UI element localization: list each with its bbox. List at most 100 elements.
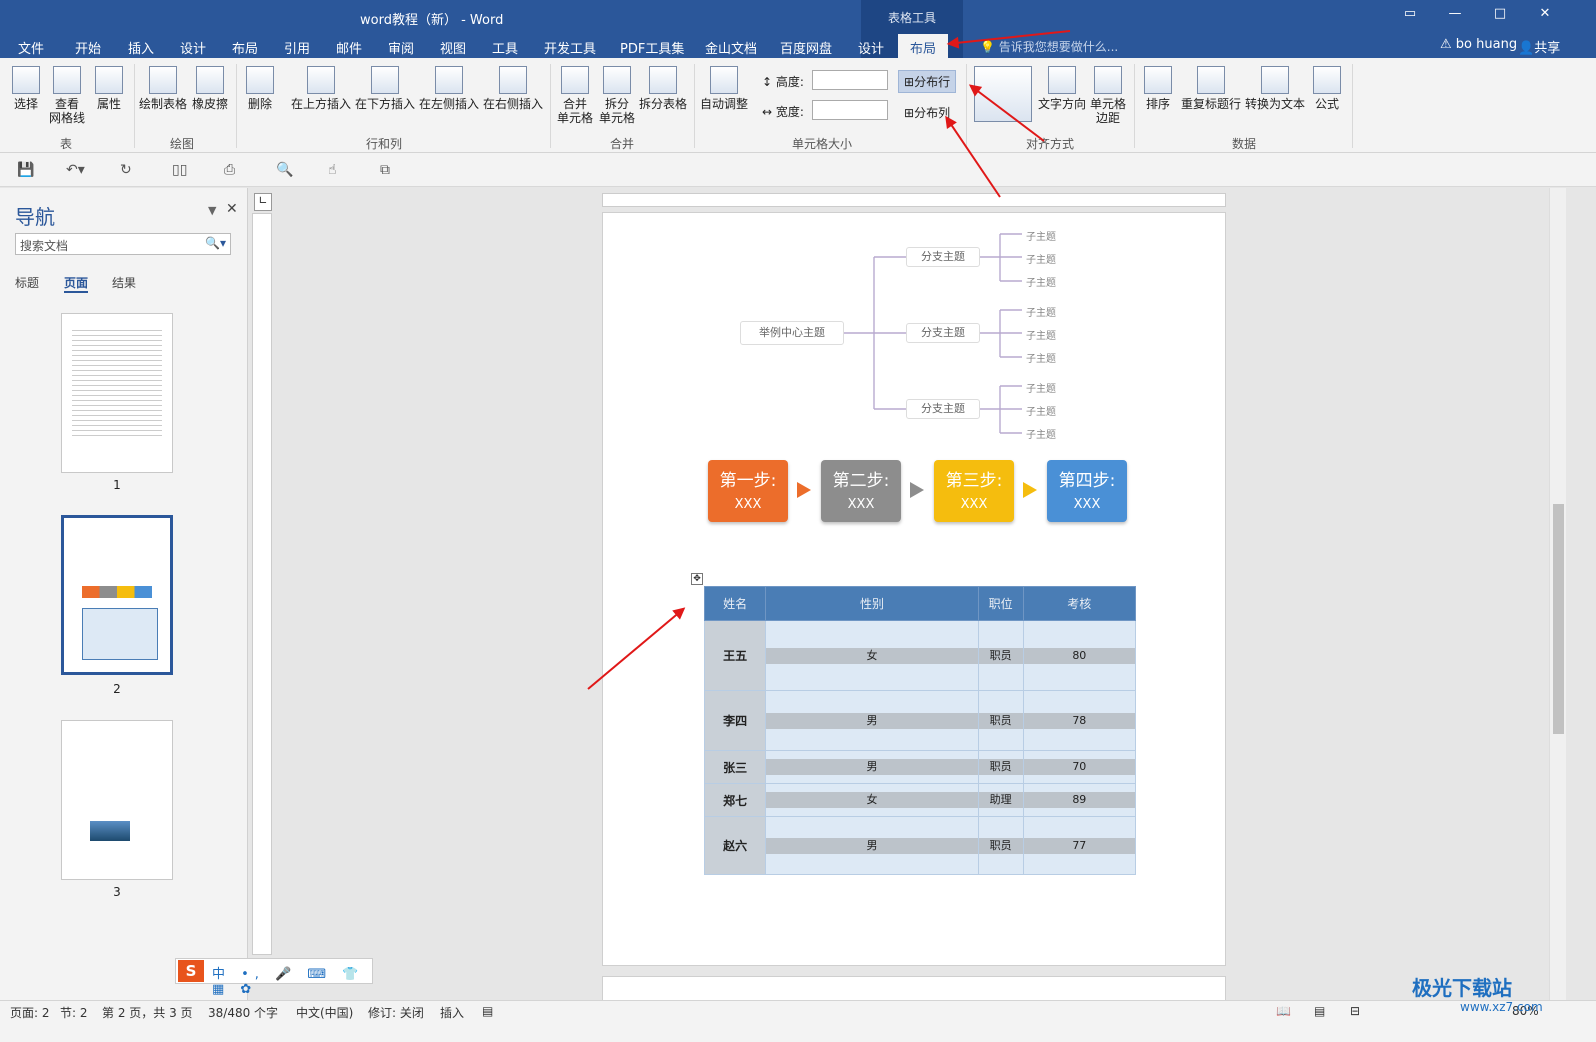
table-cell[interactable]: 70 [1022,750,1137,784]
table-header-cell[interactable]: 考核 [1022,586,1137,621]
tab-references[interactable]: 引用 [284,38,310,57]
convert-to-text-button[interactable]: 转换为文本 [1244,66,1306,111]
properties-button[interactable]: 属性 [92,66,126,111]
table-cell[interactable]: 郑七 [703,783,767,817]
tab-insert[interactable]: 插入 [128,38,154,57]
delete-button[interactable]: 删除 [242,66,278,111]
insert-right-button[interactable]: 在右侧插入 [482,66,544,111]
save-icon[interactable]: 💾 [17,162,34,178]
tab-file[interactable]: 文件 [18,38,44,57]
status-track-changes[interactable]: 修订: 关闭 [368,1004,424,1021]
table-header-cell[interactable]: 性别 [765,586,979,621]
search-icon[interactable]: 🔍▾ [205,236,226,250]
table-cell[interactable]: 女 [765,620,979,691]
formula-button[interactable]: 公式 [1310,66,1344,111]
print-icon[interactable]: ⎙ [224,162,235,178]
read-mode-icon[interactable]: ▯▯ [172,162,187,178]
table-cell[interactable]: 78 [1022,690,1137,751]
table-cell[interactable]: 职员 [977,816,1024,875]
table-header-cell[interactable]: 职位 [977,586,1024,621]
status-page[interactable]: 页面: 2 [10,1004,50,1021]
select-button[interactable]: 选择 [10,66,42,111]
table-cell[interactable]: 职员 [977,750,1024,784]
undo-icon[interactable]: ↶▾ [66,162,85,178]
vertical-scrollbar[interactable] [1549,188,1566,1000]
insert-below-button[interactable]: 在下方插入 [354,66,416,111]
nav-tab-results[interactable]: 结果 [112,274,136,291]
table-cell[interactable]: 男 [765,750,979,784]
table-cell[interactable]: 王五 [703,620,767,691]
table-cell[interactable]: 男 [765,816,979,875]
table-cell[interactable]: 张三 [703,750,767,784]
page-thumbnail-1[interactable] [61,313,173,473]
table-cell[interactable]: 职员 [977,690,1024,751]
split-table-button[interactable]: 拆分表格 [638,66,688,111]
tab-view[interactable]: 视图 [440,38,466,57]
tab-page-layout[interactable]: 布局 [232,38,258,57]
share-button[interactable]: 👤共享 [1518,37,1560,56]
page-thumbnail-2[interactable] [61,515,173,675]
customize-icon[interactable]: ⧉ [380,162,390,178]
ime-toolbar[interactable]: S 中 •, 🎤 ⌨ 👕 ▦ ✿ [175,958,373,997]
width-input[interactable] [812,100,888,120]
touch-mode-icon[interactable]: ☝ [328,162,337,178]
status-language[interactable]: 中文(中国) [296,1004,353,1021]
tab-kingsoft-docs[interactable]: 金山文档 [705,38,757,57]
close-icon[interactable]: ✕ [1530,6,1560,21]
tab-home[interactable]: 开始 [75,38,101,57]
table-header-cell[interactable]: 姓名 [703,586,767,621]
redo-icon[interactable]: ↻ [120,162,132,178]
ribbon-display-icon[interactable]: ▭ [1395,6,1425,21]
table-cell[interactable]: 李四 [703,690,767,751]
tab-design[interactable]: 设计 [180,38,206,57]
table-cell[interactable]: 助理 [977,783,1024,817]
nav-tab-headings[interactable]: 标题 [15,274,39,291]
print-layout-view-icon[interactable]: ▤ [1314,1004,1325,1018]
user-account[interactable]: ⚠ bo huang [1440,37,1517,52]
macro-icon[interactable]: ▤ [482,1004,493,1018]
status-word-count[interactable]: 38/480 个字 [208,1004,278,1021]
text-direction-button[interactable]: 文字方向 [1038,66,1086,111]
scrollbar-thumb[interactable] [1553,504,1564,734]
table-cell[interactable]: 职员 [977,620,1024,691]
cell-margins-button[interactable]: 单元格 边距 [1088,66,1128,125]
tab-review[interactable]: 审阅 [388,38,414,57]
insert-above-button[interactable]: 在上方插入 [290,66,352,111]
status-insert-mode[interactable]: 插入 [440,1004,464,1021]
nav-tab-pages[interactable]: 页面 [64,274,89,293]
nav-menu-icon[interactable]: ▼ [208,204,216,217]
draw-table-button[interactable]: 绘制表格 [138,66,188,111]
tell-me-search[interactable]: 💡 告诉我您想要做什么... [980,38,1118,55]
table-cell[interactable]: 赵六 [703,816,767,875]
tab-table-design[interactable]: 设计 [858,38,884,57]
split-cells-button[interactable]: 拆分 单元格 [598,66,636,125]
merge-cells-button[interactable]: 合并 单元格 [556,66,594,125]
alignment-grid[interactable] [972,66,1034,126]
autofit-button[interactable]: 自动调整 [698,66,750,111]
status-page-count[interactable]: 第 2 页，共 3 页 [102,1004,193,1021]
print-preview-icon[interactable]: 🔍 [276,162,293,178]
eraser-button[interactable]: 橡皮擦 [190,66,230,111]
nav-close-icon[interactable]: ✕ [226,201,238,217]
distribute-rows-button[interactable]: ⊞分布行 [898,70,957,93]
minimize-icon[interactable]: — [1440,6,1470,21]
ime-tools-icon[interactable]: 中 •, 🎤 ⌨ 👕 ▦ ✿ [212,963,372,997]
table-cell[interactable]: 女 [765,783,979,817]
tab-tools[interactable]: 工具 [492,38,518,57]
tab-pdf-tools[interactable]: PDF工具集 [620,38,684,57]
tab-selector[interactable]: ∟ [254,193,272,211]
web-layout-view-icon[interactable]: ⊟ [1350,1004,1360,1018]
tab-mailings[interactable]: 邮件 [336,38,362,57]
maximize-icon[interactable]: □ [1485,6,1515,21]
read-mode-view-icon[interactable]: 📖 [1276,1004,1291,1018]
tab-developer[interactable]: 开发工具 [544,38,596,57]
status-section[interactable]: 节: 2 [60,1004,88,1021]
table-cell[interactable]: 89 [1022,783,1137,817]
view-gridlines-button[interactable]: 查看 网格线 [48,66,86,125]
table-cell[interactable]: 男 [765,690,979,751]
insert-left-button[interactable]: 在左侧插入 [418,66,480,111]
height-input[interactable] [812,70,888,90]
repeat-header-button[interactable]: 重复标题行 [1180,66,1242,111]
nav-search-input[interactable]: 搜索文档 🔍▾ [15,233,231,255]
page-thumbnail-3[interactable] [61,720,173,880]
